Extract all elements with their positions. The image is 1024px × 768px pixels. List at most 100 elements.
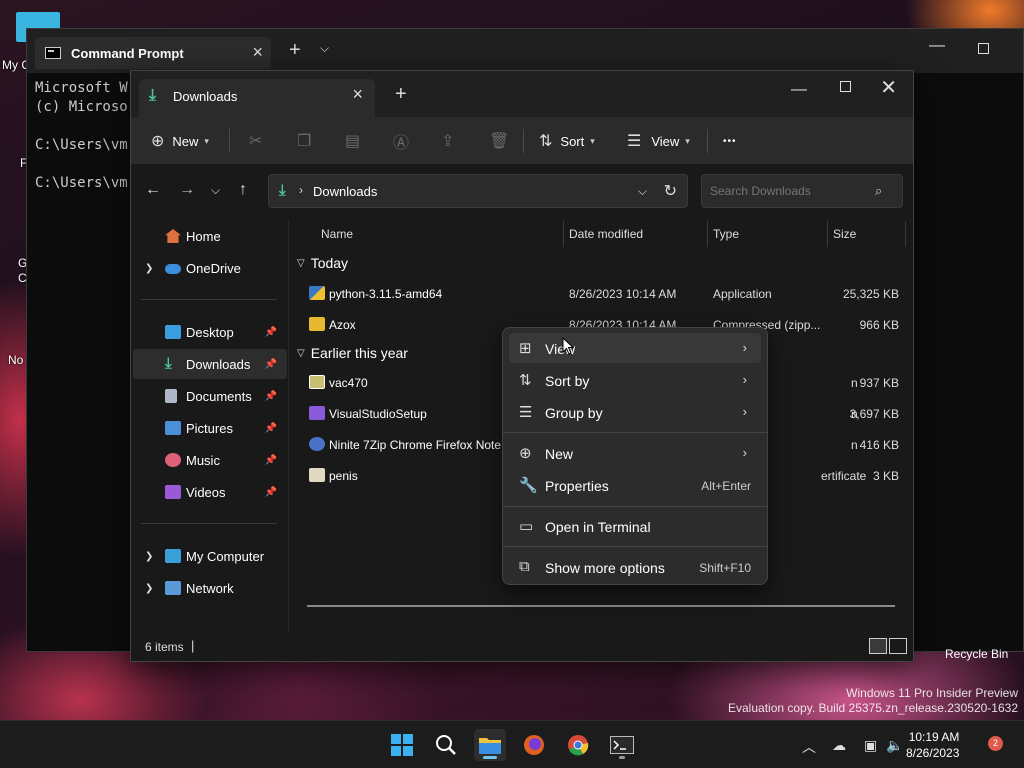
chevron-up-icon[interactable]: ︿ xyxy=(802,737,816,757)
sidebar-item-label: Downloads xyxy=(186,356,251,372)
chevron-right-icon[interactable]: ❯ xyxy=(145,263,153,274)
menu-item-show-more-options[interactable]: ⧉ Show more options Shift+F10 xyxy=(509,552,761,582)
search-input[interactable] xyxy=(701,174,903,208)
navigation-pane[interactable]: Home ❯ OneDrive Desktop 📌 ⤓ Downloads 📌 … xyxy=(131,221,289,631)
group-list-icon: ☰ xyxy=(519,404,533,421)
desktop-icon-label: No xyxy=(8,353,24,367)
sidebar-item-label: Documents xyxy=(186,388,252,404)
minimize-button[interactable]: — xyxy=(791,81,807,99)
explorer-tab-downloads[interactable]: ⤓ Downloads × xyxy=(139,79,375,117)
sidebar-item-network[interactable]: ❯ Network xyxy=(133,573,287,603)
pin-icon[interactable]: 📌 xyxy=(265,359,277,370)
cmd-output[interactable]: Microsoft W (c) Microso C:\Users\vm C:\U… xyxy=(35,79,128,193)
menu-item-new[interactable]: ⊕ New › xyxy=(509,438,761,468)
column-divider[interactable] xyxy=(563,221,564,247)
new-button[interactable]: ⊕ New ▾ xyxy=(151,117,209,165)
cmd-titlebar[interactable]: Command Prompt × + ⌵ — xyxy=(27,29,1023,73)
python-icon xyxy=(309,286,325,300)
pin-icon[interactable]: 📌 xyxy=(265,455,277,466)
taskbar-chrome[interactable] xyxy=(562,729,594,761)
minimize-button[interactable]: — xyxy=(929,37,945,55)
chevron-right-icon: › xyxy=(742,372,747,387)
group-header-earlier[interactable]: ▽ Earlier this year xyxy=(297,345,408,361)
close-icon[interactable]: × xyxy=(252,42,263,63)
menu-item-view[interactable]: ⊞ View › xyxy=(509,333,761,363)
up-arrow-icon[interactable]: ↑ xyxy=(239,181,247,199)
maximize-button[interactable] xyxy=(978,43,989,54)
file-type: ertificate xyxy=(821,469,867,483)
forward-arrow-icon[interactable]: → xyxy=(179,181,195,199)
sort-button[interactable]: ⇅ Sort ▾ xyxy=(539,117,595,165)
sidebar-item-downloads[interactable]: ⤓ Downloads 📌 xyxy=(133,349,287,379)
menu-item-group-by[interactable]: ☰ Group by › xyxy=(509,397,761,427)
clock-date: 8/26/2023 xyxy=(906,746,960,760)
close-window-button[interactable]: ✕ xyxy=(880,75,897,100)
chevron-down-icon[interactable]: ⌵ xyxy=(320,41,329,56)
taskbar-file-explorer[interactable] xyxy=(474,729,506,761)
new-tab-button[interactable]: + xyxy=(395,83,407,106)
volume-icon[interactable]: 🔈 xyxy=(886,737,903,754)
more-options-button[interactable]: ••• xyxy=(723,117,737,165)
sidebar-item-desktop[interactable]: Desktop 📌 xyxy=(133,317,287,347)
notification-badge[interactable]: 2 xyxy=(988,736,1003,751)
plus-circle-icon: ⊕ xyxy=(519,445,532,462)
sidebar-item-my-computer[interactable]: ❯ My Computer xyxy=(133,541,287,571)
explorer-titlebar[interactable]: ⤓ Downloads × + — ✕ xyxy=(131,71,913,117)
copy-button[interactable]: ❐ xyxy=(297,117,311,165)
clock[interactable]: 10:19 AM 8/26/2023 xyxy=(906,729,959,761)
menu-separator xyxy=(503,546,767,547)
menu-item-sort-by[interactable]: ⇅ Sort by › xyxy=(509,365,761,395)
sidebar-item-documents[interactable]: Documents 📌 xyxy=(133,381,287,411)
pin-icon[interactable]: 📌 xyxy=(265,423,277,434)
cut-button[interactable]: ✂ xyxy=(249,117,262,165)
trash-icon: 🗑 xyxy=(489,133,510,150)
column-divider[interactable] xyxy=(827,221,828,247)
menu-item-properties[interactable]: 🔧 Properties Alt+Enter xyxy=(509,470,761,500)
column-header-type[interactable]: Type xyxy=(713,227,739,253)
recent-locations-chevron-icon[interactable]: ⌵ xyxy=(211,183,220,198)
copy-icon: ❐ xyxy=(297,133,312,150)
address-bar[interactable]: ⤓ › Downloads ⌵ ↻ xyxy=(268,174,688,208)
tiles-view-button[interactable] xyxy=(889,638,907,654)
sidebar-item-videos[interactable]: Videos 📌 xyxy=(133,477,287,507)
maximize-button[interactable] xyxy=(840,81,851,92)
column-divider[interactable] xyxy=(905,221,906,247)
taskbar-firefox[interactable] xyxy=(518,729,550,761)
paste-button[interactable]: ▤ xyxy=(345,117,360,165)
table-row[interactable]: python-3.11.5-amd64 8/26/2023 10:14 AM A… xyxy=(291,279,913,309)
column-header-size[interactable]: Size xyxy=(833,227,856,253)
chevron-right-icon[interactable]: ❯ xyxy=(145,583,153,594)
column-header-date[interactable]: Date modified xyxy=(569,227,643,253)
details-view-button[interactable] xyxy=(869,638,887,654)
cmd-tab[interactable]: Command Prompt × xyxy=(35,37,271,69)
pin-icon[interactable]: 📌 xyxy=(265,327,277,338)
column-header-name[interactable]: Name xyxy=(321,227,353,253)
sidebar-item-home[interactable]: Home xyxy=(133,221,287,251)
onedrive-offline-icon[interactable]: ☁ xyxy=(832,737,846,754)
computer-icon xyxy=(165,549,181,563)
file-name: Ninite 7Zip Chrome Firefox Note xyxy=(329,438,502,452)
share-button[interactable]: ⇪ xyxy=(441,117,454,165)
pin-icon[interactable]: 📌 xyxy=(265,487,277,498)
sidebar-item-onedrive[interactable]: ❯ OneDrive xyxy=(133,253,287,283)
network-icon[interactable]: ▣ xyxy=(864,737,877,754)
refresh-icon[interactable]: ↻ xyxy=(664,181,677,201)
chevron-right-icon[interactable]: ❯ xyxy=(145,551,153,562)
delete-button[interactable]: 🗑 xyxy=(489,117,509,165)
view-button[interactable]: ☰ View ▾ xyxy=(627,117,690,165)
search-button[interactable] xyxy=(430,729,462,761)
sidebar-item-pictures[interactable]: Pictures 📌 xyxy=(133,413,287,443)
pin-icon[interactable]: 📌 xyxy=(265,391,277,402)
group-header-today[interactable]: ▽ Today xyxy=(297,255,348,271)
close-icon[interactable]: × xyxy=(352,84,363,105)
taskbar-terminal[interactable] xyxy=(606,729,638,761)
menu-item-open-terminal[interactable]: ▭ Open in Terminal xyxy=(509,511,761,541)
sidebar-item-music[interactable]: Music 📌 xyxy=(133,445,287,475)
new-tab-button[interactable]: + xyxy=(289,39,301,62)
back-arrow-icon[interactable]: ← xyxy=(145,181,161,199)
horizontal-scrollbar[interactable] xyxy=(307,605,895,607)
start-button[interactable] xyxy=(386,729,418,761)
rename-button[interactable]: Ⓐ xyxy=(393,117,409,165)
chevron-down-icon[interactable]: ⌵ xyxy=(638,184,647,199)
column-divider[interactable] xyxy=(707,221,708,247)
